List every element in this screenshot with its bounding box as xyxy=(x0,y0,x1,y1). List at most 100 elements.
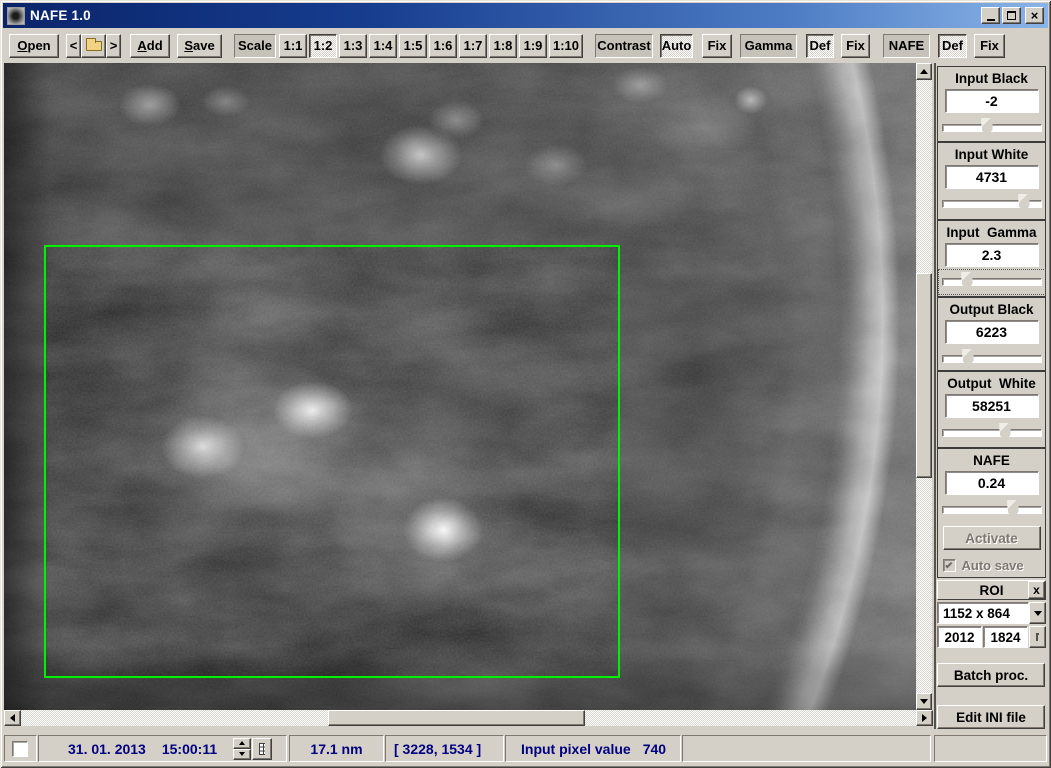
input-black-slider[interactable] xyxy=(942,118,1042,138)
wavelength-text: 17.1 nm xyxy=(310,741,362,757)
autosave-checkbox[interactable] xyxy=(943,559,956,572)
scale-1-1-button[interactable]: 1:1 xyxy=(279,34,307,58)
pixel-value-panel: Input pixel value 740 xyxy=(505,735,681,762)
focused-slider-outline xyxy=(938,269,1046,295)
roi-size-combobox[interactable]: 1152 x 864 xyxy=(937,602,1046,624)
pixel-value-label: Input pixel value xyxy=(521,741,631,757)
scale-label: Scale xyxy=(234,34,276,58)
horizontal-scrollbar-thumb[interactable] xyxy=(328,710,585,726)
slider-thumb[interactable] xyxy=(1000,423,1011,442)
contrast-fix-button[interactable]: Fix xyxy=(702,34,732,58)
scroll-left-button[interactable] xyxy=(4,710,21,726)
input-gamma-slider[interactable] xyxy=(942,272,1042,292)
add-button[interactable]: Add xyxy=(130,34,170,58)
scale-1-6-button[interactable]: 1:6 xyxy=(429,34,457,58)
output-white-field[interactable]: 58251 xyxy=(945,394,1039,418)
autosave-label: Auto save xyxy=(962,558,1024,573)
nafe-amount-field[interactable]: 0.24 xyxy=(945,471,1039,495)
image-canvas[interactable] xyxy=(4,63,916,710)
maximize-button[interactable] xyxy=(1002,7,1021,24)
scroll-up-button[interactable] xyxy=(916,63,932,80)
gamma-fix-button[interactable]: Fix xyxy=(841,34,870,58)
scale-1-2-button[interactable]: 1:2 xyxy=(309,34,337,58)
statusbar-right-panel xyxy=(934,735,1047,762)
scale-1-4-button[interactable]: 1:4 xyxy=(369,34,397,58)
roi-close-button[interactable]: x xyxy=(1028,581,1045,599)
scale-1-8-button[interactable]: 1:8 xyxy=(489,34,517,58)
nafe-label: NAFE xyxy=(883,34,930,58)
output-black-slider[interactable] xyxy=(942,349,1042,369)
prev-icon: < xyxy=(70,38,78,53)
pixel-value-number: 740 xyxy=(643,741,666,757)
roi-x-field[interactable]: 2012 xyxy=(937,626,982,648)
batch-process-button[interactable]: Batch proc. xyxy=(937,663,1045,687)
output-black-field[interactable]: 6223 xyxy=(945,320,1039,344)
parameter-panel: Input Black -2 Input White 4731 Input Ga… xyxy=(937,63,1047,729)
slider-channel xyxy=(942,278,1042,286)
slider-thumb[interactable] xyxy=(1019,194,1030,213)
datetime-panel: 31. 01. 2013 15:00:11 xyxy=(38,735,287,762)
cursor-coords-panel: [ 3228, 1534 ] xyxy=(385,735,504,762)
minimize-icon xyxy=(987,19,995,21)
folder-icon xyxy=(86,41,102,51)
close-button[interactable]: × xyxy=(1025,7,1044,24)
input-gamma-label: Input Gamma xyxy=(946,225,1036,240)
output-black-label: Output Black xyxy=(949,302,1033,317)
autosave-row: Auto save xyxy=(943,558,1041,573)
file-nav-group: < > xyxy=(66,34,121,58)
roi-y-field[interactable]: 1824 xyxy=(983,626,1028,648)
open-button[interactable]: Open xyxy=(9,34,59,58)
horizontal-scrollbar[interactable] xyxy=(4,710,933,726)
titlebar[interactable]: NAFE 1.0 × xyxy=(3,3,1048,28)
nafe-fix-button[interactable]: Fix xyxy=(974,34,1005,58)
scale-1-10-button[interactable]: 1:10 xyxy=(549,34,583,58)
input-white-field[interactable]: 4731 xyxy=(945,165,1039,189)
scale-1-7-button[interactable]: 1:7 xyxy=(459,34,487,58)
scale-1-9-button[interactable]: 1:9 xyxy=(519,34,547,58)
status-checkbox[interactable] xyxy=(12,741,28,757)
check-icon xyxy=(945,561,952,568)
nafe-group: NAFE 0.24 Activate Auto save xyxy=(937,448,1046,578)
roi-corner-button[interactable] xyxy=(1029,626,1046,648)
input-black-group: Input Black -2 xyxy=(937,66,1046,142)
edit-ini-button[interactable]: Edit INI file xyxy=(937,705,1045,729)
calendar-picker-button[interactable] xyxy=(252,738,272,760)
gamma-def-button[interactable]: Def xyxy=(806,34,834,58)
roi-rectangle[interactable] xyxy=(44,245,620,678)
roi-size-value[interactable]: 1152 x 864 xyxy=(937,602,1029,624)
activate-button[interactable]: Activate xyxy=(943,526,1041,550)
calendar-grid-icon xyxy=(259,743,265,755)
slider-thumb[interactable] xyxy=(963,349,974,368)
vertical-scrollbar[interactable] xyxy=(916,63,932,710)
vertical-scrollbar-thumb[interactable] xyxy=(916,273,932,478)
scroll-right-button[interactable] xyxy=(916,710,933,726)
wavelength-panel: 17.1 nm xyxy=(289,735,384,762)
roi-header: ROI x xyxy=(937,580,1046,600)
nafe-slider[interactable] xyxy=(942,500,1042,520)
slider-thumb[interactable] xyxy=(1008,500,1019,519)
scale-1-3-button[interactable]: 1:3 xyxy=(339,34,367,58)
output-white-slider[interactable] xyxy=(942,423,1042,443)
slider-thumb[interactable] xyxy=(962,272,973,291)
input-gamma-field[interactable]: 2.3 xyxy=(945,243,1039,267)
prev-file-button[interactable]: < xyxy=(66,34,81,58)
next-file-button[interactable]: > xyxy=(106,34,121,58)
save-button[interactable]: Save xyxy=(177,34,222,58)
date-text: 31. 01. 2013 xyxy=(68,741,146,757)
roi-size-dropdown-button[interactable] xyxy=(1029,602,1046,624)
input-black-field[interactable]: -2 xyxy=(945,89,1039,113)
input-gamma-group: Input Gamma 2.3 xyxy=(937,220,1046,297)
scale-1-5-button[interactable]: 1:5 xyxy=(399,34,427,58)
time-up-button[interactable] xyxy=(233,738,251,749)
slider-thumb[interactable] xyxy=(982,118,993,137)
scroll-down-button[interactable] xyxy=(916,693,932,710)
browse-folder-button[interactable] xyxy=(81,34,106,58)
contrast-auto-button[interactable]: Auto xyxy=(660,34,693,58)
roi-close-icon: x xyxy=(1033,584,1040,596)
nafe-def-button[interactable]: Def xyxy=(938,34,967,58)
statusbar-spacer-panel xyxy=(682,735,931,762)
time-down-button[interactable] xyxy=(233,749,251,760)
up-arrow-icon xyxy=(920,69,928,74)
input-white-slider[interactable] xyxy=(942,194,1042,214)
minimize-button[interactable] xyxy=(981,7,1000,24)
